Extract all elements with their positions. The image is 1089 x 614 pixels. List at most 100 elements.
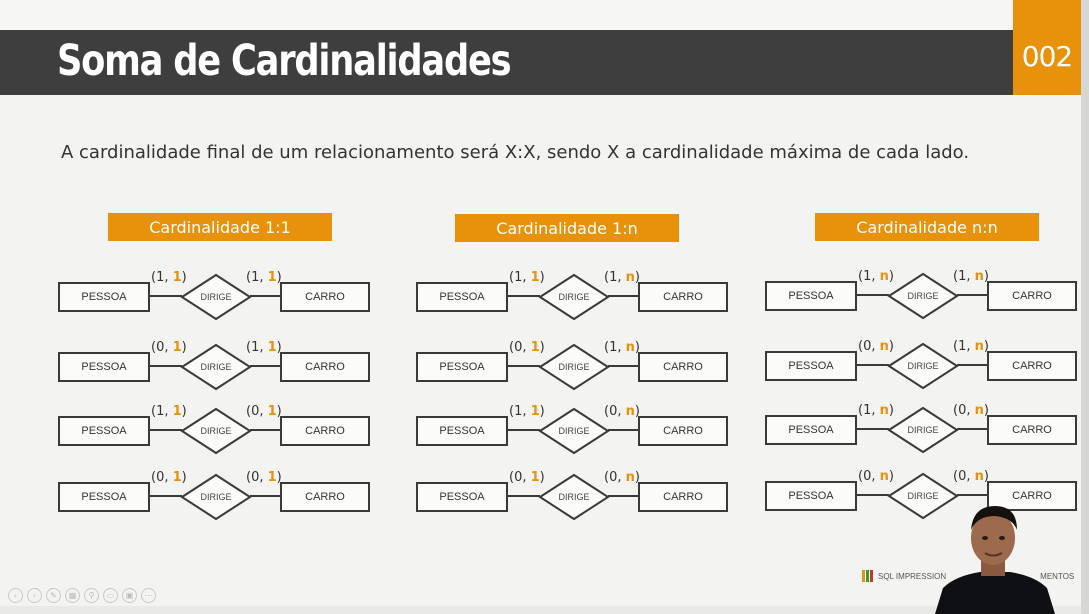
cardinality-left: (0, n) [858,469,894,484]
presenter-webcam [935,506,1055,614]
relationship-label: DIRIGE [200,362,231,372]
cardinality-min: 1 [514,404,523,419]
cardinality-max: n [879,403,889,418]
entity-pessoa: PESSOA [416,352,508,382]
cardinality-max: n [974,469,984,484]
cardinality-left: (0, n) [858,339,894,354]
cardinality-min: 1 [609,270,618,285]
cardinality-right: (0, 1) [246,404,282,419]
entity-pessoa: PESSOA [58,416,150,446]
cardinality-left: (0, 1) [151,470,187,485]
relationship-label: DIRIGE [558,362,589,372]
entity-carro: CARRO [280,282,370,312]
cardinality-min: 1 [609,340,618,355]
cardinality-left: (1, 1) [509,404,545,419]
entity-pessoa: PESSOA [58,352,150,382]
cardinality-min: 0 [609,470,618,485]
entity-carro: CARRO [638,352,728,382]
screen-icon[interactable]: ▣ [122,588,137,603]
entity-carro: CARRO [987,415,1077,445]
cardinality-min: 0 [514,340,523,355]
column-label: Cardinalidade 1:1 [108,213,332,241]
more-icon[interactable]: ⋯ [141,588,156,603]
relationship-label: DIRIGE [907,361,938,371]
relationship-label: DIRIGE [907,291,938,301]
cardinality-min: 0 [609,404,618,419]
entity-pessoa: PESSOA [58,282,150,312]
cardinality-max: 1 [172,340,182,355]
cardinality-max: 1 [267,270,277,285]
cardinality-right: (1, n) [953,269,989,284]
cardinality-max: 1 [530,340,540,355]
relationship-diagrams: DIRIGE DIRIGE DIRIGE DIRIGE DIRIGE DIRIGE DIRI… [146,272,987,521]
entity-pessoa: PESSOA [416,416,508,446]
slide: Soma de Cardinalidades 002 A cardinalida… [0,0,1081,614]
cardinality-left: (0, 1) [509,470,545,485]
cardinality-left: (0, 1) [509,340,545,355]
cardinality-min: 1 [958,339,967,354]
cardinality-right: (0, n) [604,404,640,419]
cardinality-right: (0, 1) [246,470,282,485]
zoom-icon[interactable]: ⚲ [84,588,99,603]
cardinality-right: (0, n) [953,469,989,484]
cardinality-min: 1 [958,269,967,284]
pen-icon[interactable]: ✎ [46,588,61,603]
cardinality-left: (1, 1) [151,404,187,419]
cardinality-max: 1 [530,404,540,419]
cardinality-max: n [879,339,889,354]
cardinality-right: (1, 1) [246,340,282,355]
presentation-toolbar[interactable]: ‹ › ✎ ▦ ⚲ ▭ ▣ ⋯ [8,588,156,603]
entity-carro: CARRO [280,482,370,512]
cardinality-min: 0 [156,340,165,355]
entity-carro: CARRO [638,416,728,446]
cardinality-left: (1, n) [858,403,894,418]
entity-carro: CARRO [280,416,370,446]
cardinality-max: n [625,340,635,355]
entity-pessoa: PESSOA [58,482,150,512]
entity-pessoa: PESSOA [765,481,857,511]
entity-pessoa: PESSOA [416,482,508,512]
cardinality-max: n [974,403,984,418]
entity-carro: CARRO [638,482,728,512]
cardinality-min: 1 [156,270,165,285]
relationship-label: DIRIGE [907,425,938,435]
cardinality-max: n [879,269,889,284]
cardinality-max: 1 [530,270,540,285]
entity-carro: CARRO [638,282,728,312]
cardinality-max: 1 [172,270,182,285]
cardinality-max: 1 [172,470,182,485]
cardinality-right: (1, n) [604,340,640,355]
cardinality-min: 0 [251,470,260,485]
cardinality-min: 1 [251,340,260,355]
entity-pessoa: PESSOA [765,415,857,445]
cardinality-left: (1, 1) [509,270,545,285]
prev-icon[interactable]: ‹ [8,588,23,603]
cardinality-left: (0, 1) [151,340,187,355]
cardinality-min: 1 [156,404,165,419]
cardinality-right: (0, n) [604,470,640,485]
cardinality-min: 1 [251,270,260,285]
subtitles-icon[interactable]: ▭ [103,588,118,603]
cardinality-min: 0 [514,470,523,485]
column-label: Cardinalidade 1:n [455,214,679,242]
grid-icon[interactable]: ▦ [65,588,80,603]
cardinality-max: n [879,469,889,484]
relationship-label: DIRIGE [907,491,938,501]
cardinality-max: n [974,269,984,284]
cardinality-min: 0 [863,339,872,354]
cardinality-right: (1, n) [604,270,640,285]
entity-carro: CARRO [280,352,370,382]
cardinality-max: n [625,270,635,285]
relationship-label: DIRIGE [200,426,231,436]
cardinality-min: 1 [514,270,523,285]
relationship-label: DIRIGE [558,492,589,502]
cardinality-left: (1, n) [858,269,894,284]
cardinality-right: (1, n) [953,339,989,354]
cardinality-max: n [625,470,635,485]
cardinality-max: 1 [172,404,182,419]
next-icon[interactable]: › [27,588,42,603]
entity-pessoa: PESSOA [765,281,857,311]
cardinality-min: 0 [251,404,260,419]
window-edge [1081,0,1089,614]
entity-pessoa: PESSOA [765,351,857,381]
